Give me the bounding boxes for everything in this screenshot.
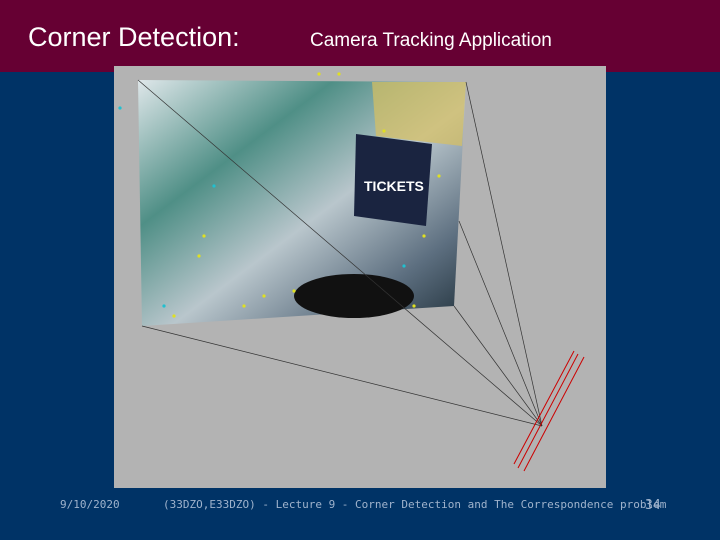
camera-tracking-figure: TICKETS [114,66,606,488]
page-number: 34 [645,498,661,513]
tracking-visualization: TICKETS [118,72,585,472]
slide-subtitle: Camera Tracking Application [310,30,552,51]
sign-text: TICKETS [364,178,424,194]
slide-header: Corner Detection: Camera Tracking Applic… [0,0,720,72]
slide-title: Corner Detection: [28,22,240,52]
footer-course: (33DZO,E33DZO) - Lecture 9 - Corner Dete… [163,498,667,511]
footer-date: 9/10/2020 [60,498,120,511]
